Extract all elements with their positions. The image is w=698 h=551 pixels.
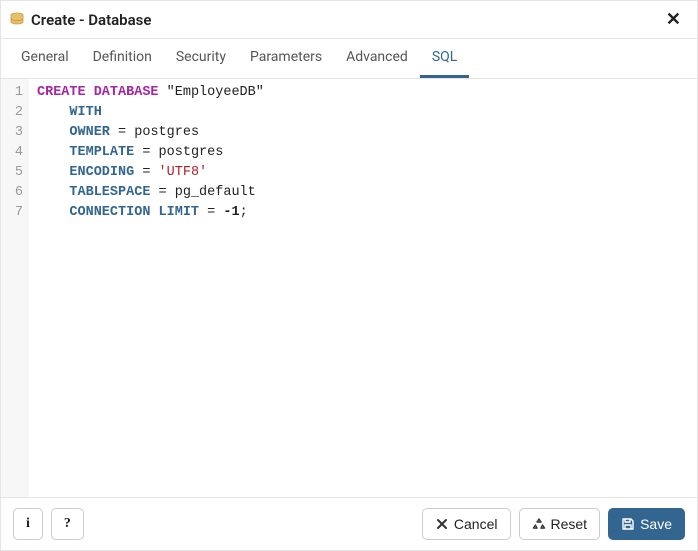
tab-security[interactable]: Security bbox=[164, 39, 238, 78]
line-number: 7 bbox=[11, 203, 23, 223]
tab-definition[interactable]: Definition bbox=[81, 39, 164, 78]
tab-general[interactable]: General bbox=[9, 39, 81, 78]
tab-bar: GeneralDefinitionSecurityParametersAdvan… bbox=[1, 39, 697, 79]
code-line[interactable]: TEMPLATE = postgres bbox=[37, 143, 689, 163]
line-number: 4 bbox=[11, 143, 23, 163]
sql-editor[interactable]: 1234567 CREATE DATABASE "EmployeeDB" WIT… bbox=[1, 79, 697, 497]
cancel-button[interactable]: Cancel bbox=[422, 508, 511, 540]
close-button[interactable]: ✕ bbox=[662, 9, 685, 30]
tab-advanced[interactable]: Advanced bbox=[334, 39, 420, 78]
save-button[interactable]: Save bbox=[608, 508, 685, 540]
help-button[interactable]: ? bbox=[51, 508, 84, 540]
code-line[interactable]: CREATE DATABASE "EmployeeDB" bbox=[37, 83, 689, 103]
line-number: 6 bbox=[11, 183, 23, 203]
dialog-title: Create - Database bbox=[31, 11, 662, 29]
close-icon bbox=[435, 517, 449, 531]
line-gutter: 1234567 bbox=[1, 79, 29, 497]
save-label: Save bbox=[640, 516, 672, 532]
dialog-footer: i ? Cancel Reset Save bbox=[1, 497, 697, 550]
line-number: 5 bbox=[11, 163, 23, 183]
reset-button[interactable]: Reset bbox=[519, 508, 601, 540]
save-icon bbox=[621, 517, 635, 531]
code-line[interactable]: CONNECTION LIMIT = -1; bbox=[37, 203, 689, 223]
code-line[interactable]: WITH bbox=[37, 103, 689, 123]
code-line[interactable]: TABLESPACE = pg_default bbox=[37, 183, 689, 203]
line-number: 2 bbox=[11, 103, 23, 123]
reset-label: Reset bbox=[551, 516, 588, 532]
code-line[interactable]: OWNER = postgres bbox=[37, 123, 689, 143]
tab-parameters[interactable]: Parameters bbox=[238, 39, 334, 78]
info-button[interactable]: i bbox=[13, 508, 43, 540]
code-line[interactable]: ENCODING = 'UTF8' bbox=[37, 163, 689, 183]
code-area[interactable]: CREATE DATABASE "EmployeeDB" WITH OWNER … bbox=[29, 79, 697, 497]
database-icon bbox=[9, 12, 25, 28]
line-number: 3 bbox=[11, 123, 23, 143]
tab-sql[interactable]: SQL bbox=[420, 39, 469, 78]
cancel-label: Cancel bbox=[454, 516, 498, 532]
dialog-header: Create - Database ✕ bbox=[1, 1, 697, 39]
line-number: 1 bbox=[11, 83, 23, 103]
recycle-icon bbox=[532, 517, 546, 531]
